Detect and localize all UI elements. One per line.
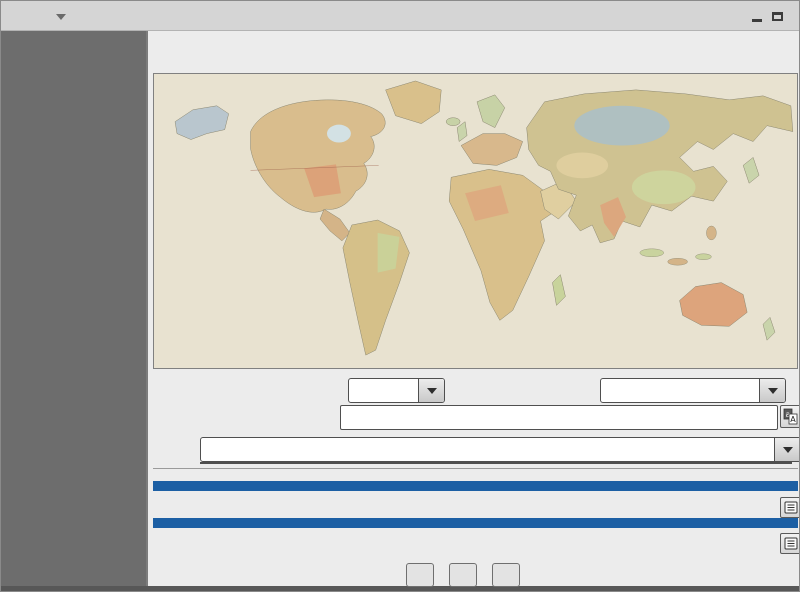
- software-install-row: [153, 536, 169, 551]
- region-select[interactable]: [348, 378, 445, 403]
- language-dropdown-list: [200, 462, 792, 464]
- available-languages-input[interactable]: [340, 405, 778, 430]
- continents: [175, 81, 793, 355]
- back-button[interactable]: [449, 563, 477, 587]
- zone-value: [601, 379, 759, 402]
- sidebar: [1, 31, 146, 586]
- chevron-down-icon: [56, 14, 66, 20]
- system-log-button[interactable]: [780, 497, 800, 518]
- app-logo-gears-icon: [7, 1, 45, 31]
- titlebar: [1, 1, 800, 31]
- log-icon: [784, 537, 798, 550]
- system-progress-bar: [153, 518, 798, 528]
- zone-dropdown-arrow[interactable]: [759, 379, 785, 402]
- load-menu-button[interactable]: [49, 7, 66, 26]
- settings-gear-icon[interactable]: [720, 5, 742, 27]
- separator: [153, 468, 798, 469]
- svg-text:A: A: [790, 415, 796, 424]
- next-button[interactable]: [492, 563, 520, 587]
- installer-window: а A: [0, 0, 800, 592]
- maximize-button[interactable]: [772, 12, 783, 21]
- software-log-button[interactable]: [780, 533, 800, 554]
- edit-languages-button[interactable]: а A: [780, 405, 800, 428]
- language-value: [201, 438, 774, 461]
- region-value: [349, 379, 418, 402]
- bottom-strip: [1, 586, 800, 592]
- log-icon: [784, 501, 798, 514]
- language-dropdown-arrow[interactable]: [774, 438, 800, 461]
- system-install-row: [153, 500, 169, 515]
- gears-logo-icon: [1, 31, 146, 171]
- translate-icon: а A: [783, 408, 798, 425]
- timezone-map[interactable]: [153, 73, 798, 369]
- zone-select[interactable]: [600, 378, 786, 403]
- language-select[interactable]: [200, 437, 800, 462]
- minimize-button[interactable]: [752, 11, 762, 22]
- locale-progress-bar: [153, 481, 798, 491]
- wizard-buttons: [406, 563, 520, 587]
- main-content: а A: [146, 31, 800, 586]
- region-dropdown-arrow[interactable]: [418, 379, 444, 402]
- quit-button[interactable]: [406, 563, 434, 587]
